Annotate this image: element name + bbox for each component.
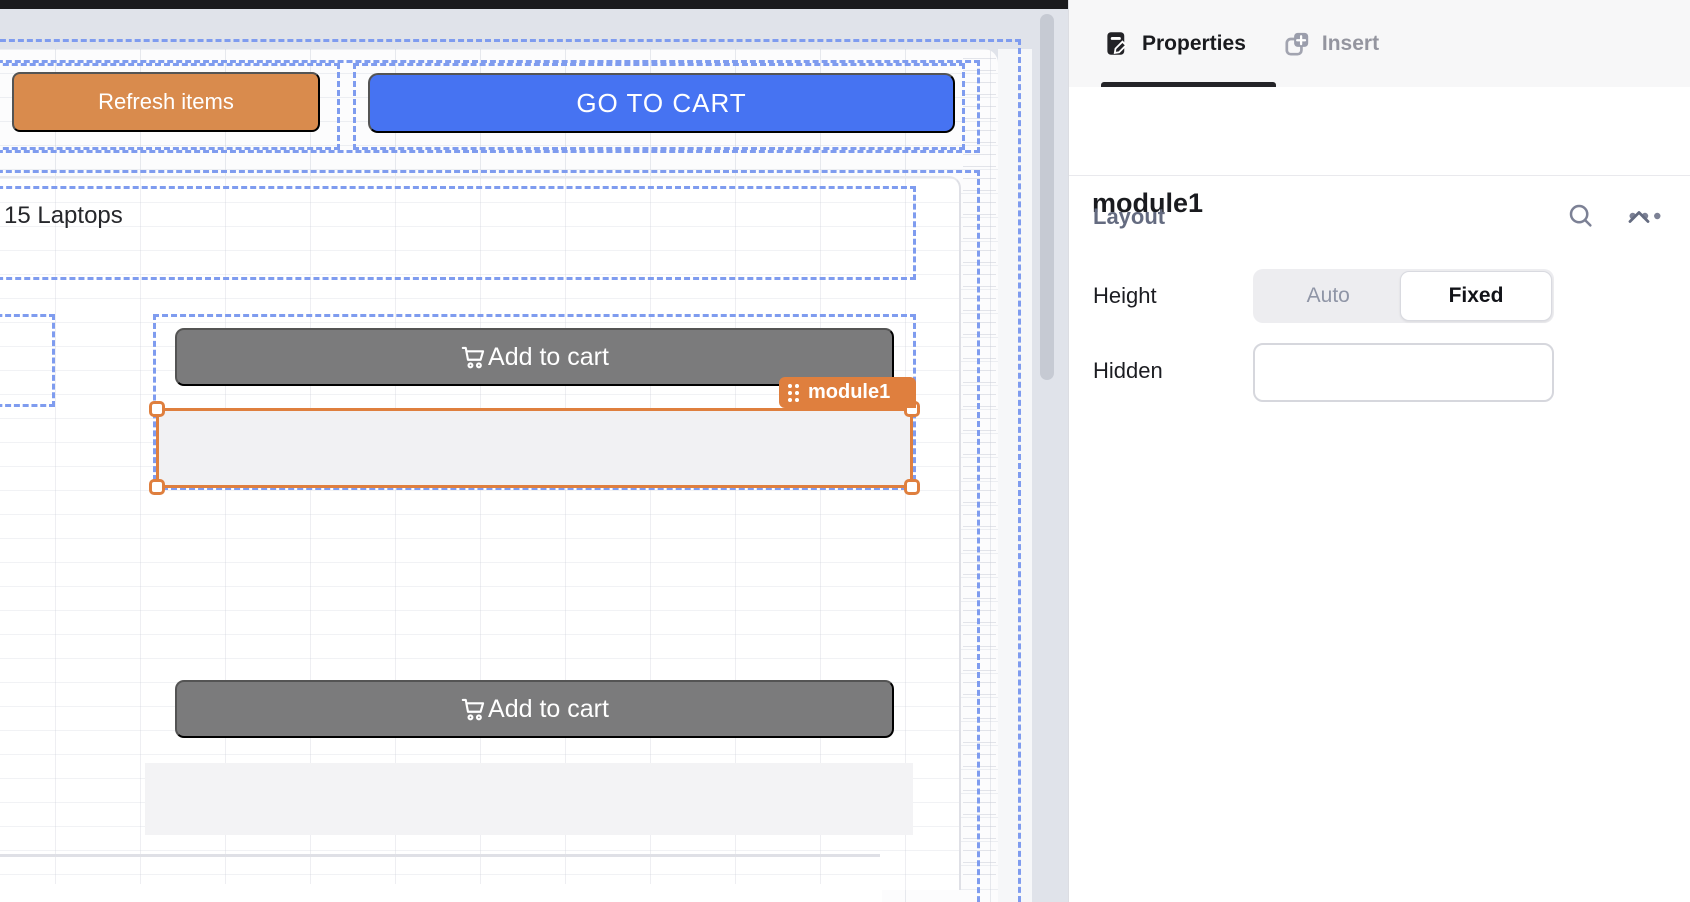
refresh-button-outline [0, 63, 340, 150]
chevron-up-icon[interactable] [1627, 209, 1651, 225]
tab-insert-label: Insert [1322, 32, 1379, 56]
tab-properties-label: Properties [1142, 32, 1246, 56]
properties-icon [1104, 30, 1131, 57]
layout-section-header[interactable]: Layout [1093, 204, 1651, 230]
inspector-panel: Properties Insert module1 [1068, 0, 1690, 902]
tab-insert[interactable]: Insert [1284, 30, 1379, 57]
height-option-auto[interactable]: Auto [1253, 269, 1404, 323]
app-window: Refresh items GO TO CART 15 Laptops Add … [0, 0, 1690, 902]
selected-module[interactable] [156, 408, 913, 488]
list-title-outline [0, 186, 916, 280]
height-label: Height [1093, 283, 1157, 309]
layout-section-title: Layout [1093, 204, 1165, 230]
resize-handle-top-left[interactable] [149, 401, 165, 417]
module-tag-label: module1 [808, 381, 890, 404]
canvas-top-bar [0, 0, 1068, 9]
hidden-label: Hidden [1093, 358, 1163, 384]
canvas-scrollbar[interactable] [1040, 14, 1054, 380]
resize-handle-bottom-right[interactable] [904, 479, 920, 495]
gocart-button-outline [353, 63, 965, 150]
item-image-outline [0, 314, 55, 407]
resize-handle-bottom-left[interactable] [149, 479, 165, 495]
inspector-tab-bar: Properties Insert [1069, 0, 1690, 87]
inspector-header: module1 [1069, 87, 1690, 176]
editor-canvas[interactable]: Refresh items GO TO CART 15 Laptops Add … [0, 0, 1068, 902]
module-name-tag[interactable]: module1 [779, 377, 916, 408]
hidden-input[interactable] [1253, 343, 1554, 402]
tab-properties[interactable]: Properties [1104, 30, 1246, 57]
insert-icon [1284, 30, 1311, 57]
height-segmented-control: Auto Fixed [1253, 269, 1554, 323]
drag-handle-dots-icon[interactable] [788, 384, 799, 402]
height-option-fixed[interactable]: Fixed [1400, 271, 1552, 321]
